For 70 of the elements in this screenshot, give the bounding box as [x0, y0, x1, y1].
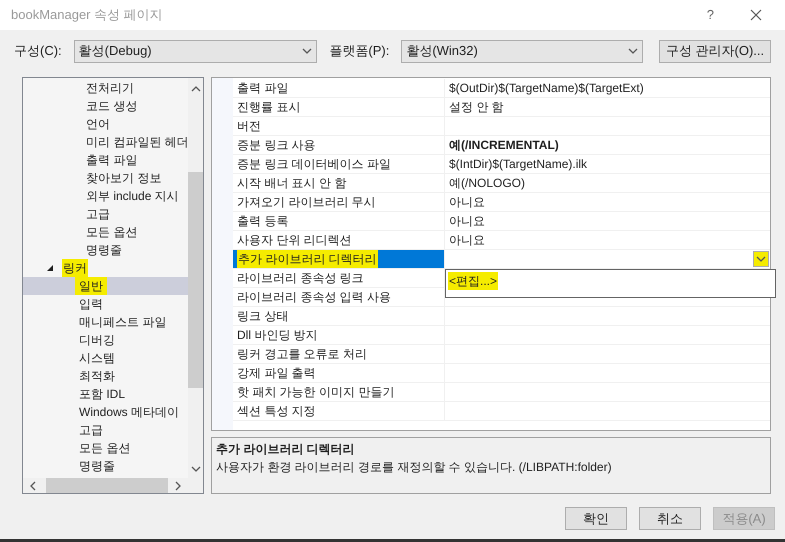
description-title: 추가 라이브러리 디렉터리	[216, 441, 356, 458]
property-value: 아니요	[449, 232, 485, 249]
scroll-down-icon	[190, 464, 200, 474]
tree-item[interactable]: 코드 생성	[23, 97, 188, 115]
platform-dropdown[interactable]: 활성(Win32)	[401, 40, 644, 62]
tree-item[interactable]: 모든 옵션	[75, 439, 134, 457]
chevron-down-icon	[628, 46, 638, 56]
property-value: 예(/NOLOGO)	[449, 175, 526, 192]
expanded-triangle-icon[interactable]	[47, 265, 53, 271]
property-value: $(IntDir)$(TargetName).ilk	[449, 156, 588, 173]
horizontal-scrollbar[interactable]	[23, 478, 203, 493]
tree-item[interactable]: 디버깅	[75, 331, 119, 349]
property-name[interactable]: 증분 링크 데이터베이스 파일	[233, 155, 445, 173]
tree-item[interactable]: Windows 메타데이	[75, 403, 184, 421]
description-text: 사용자가 환경 라이브러리 경로를 재정의할 수 있습니다. (/LIBPATH:folder)	[216, 459, 613, 476]
property-name[interactable]: 링크 상태	[233, 307, 445, 325]
dialog-button[interactable]: 취소	[639, 507, 701, 530]
property-name[interactable]: 추가 라이브러리 디렉터리	[233, 250, 445, 268]
tree-item[interactable]: 언어	[23, 115, 188, 133]
tree-item[interactable]: 출력 파일	[23, 151, 188, 169]
dropdown-button[interactable]	[753, 251, 769, 267]
property-name[interactable]: 출력 등록	[233, 212, 445, 230]
tree-item[interactable]: 링커	[62, 259, 88, 277]
chevron-down-icon	[756, 254, 766, 264]
tree-item[interactable]: 포함 IDL	[75, 385, 130, 403]
configuration-label: 구성(C):	[14, 42, 62, 60]
property-name[interactable]: 시작 배너 표시 안 함	[233, 174, 445, 192]
property-name[interactable]: 핫 패치 가능한 이미지 만들기	[233, 383, 445, 401]
tree-item[interactable]: 명령줄	[75, 457, 119, 475]
window-title: bookManager 속성 페이지	[11, 6, 163, 24]
tree-item[interactable]: 외부 include 지시	[23, 187, 188, 205]
scroll-right-icon	[173, 480, 183, 490]
property-name[interactable]: 진행률 표시	[233, 98, 445, 116]
property-value: 아니요	[449, 213, 485, 230]
tree-item[interactable]: 미리 컴파일된 헤더	[23, 133, 188, 151]
tree-item[interactable]: 모든 옵션	[23, 223, 188, 241]
dropdown-option[interactable]: <편집...>	[448, 272, 498, 290]
property-name[interactable]: Dll 바인딩 방지	[233, 326, 445, 344]
tree-item[interactable]: 입력	[75, 295, 107, 313]
property-name[interactable]: 섹션 특성 지정	[233, 402, 445, 420]
close-icon[interactable]	[750, 9, 762, 21]
configuration-manager-button[interactable]: 구성 관리자(O)...	[659, 40, 771, 62]
property-name[interactable]: 버전	[233, 117, 445, 135]
configuration-dropdown[interactable]: 활성(Debug)	[74, 40, 318, 62]
tree-item[interactable]: 매니페스트 파일	[75, 313, 170, 331]
property-value: 예(/INCREMENTAL)	[449, 137, 559, 154]
property-name[interactable]: 사용자 단위 리디렉션	[233, 231, 445, 249]
tree-item[interactable]: 명령줄	[23, 241, 188, 259]
tree-item[interactable]: 최적화	[75, 367, 119, 385]
tree-item[interactable]: 찾아보기 정보	[23, 169, 188, 187]
tree-item[interactable]: 고급	[75, 421, 107, 439]
property-name[interactable]: 가져오기 라이브러리 무시	[233, 193, 445, 211]
property-value: 아니요	[449, 194, 485, 211]
scroll-left-icon	[28, 480, 38, 490]
vertical-scrollbar[interactable]	[188, 78, 203, 478]
help-button[interactable]: ?	[706, 5, 714, 25]
tree-item[interactable]: 고급	[23, 205, 188, 223]
dialog-button[interactable]: 확인	[565, 507, 627, 530]
property-value: 설정 안 함	[449, 99, 504, 116]
platform-label: 플랫폼(P):	[329, 42, 390, 60]
tree-item[interactable]: 전처리기	[23, 79, 188, 97]
property-name[interactable]: 강제 파일 출력	[233, 364, 445, 382]
tree-item[interactable]: 시스템	[75, 349, 119, 367]
tree-item[interactable]: 일반	[75, 277, 107, 295]
scroll-up-icon	[190, 84, 200, 94]
property-name[interactable]: 증분 링크 사용	[233, 136, 445, 154]
property-name[interactable]: 링커 경고를 오류로 처리	[233, 345, 445, 363]
chevron-down-icon	[302, 46, 312, 56]
property-value: $(OutDir)$(TargetName)$(TargetExt)	[449, 80, 644, 97]
property-name[interactable]: 출력 파일	[233, 79, 445, 97]
